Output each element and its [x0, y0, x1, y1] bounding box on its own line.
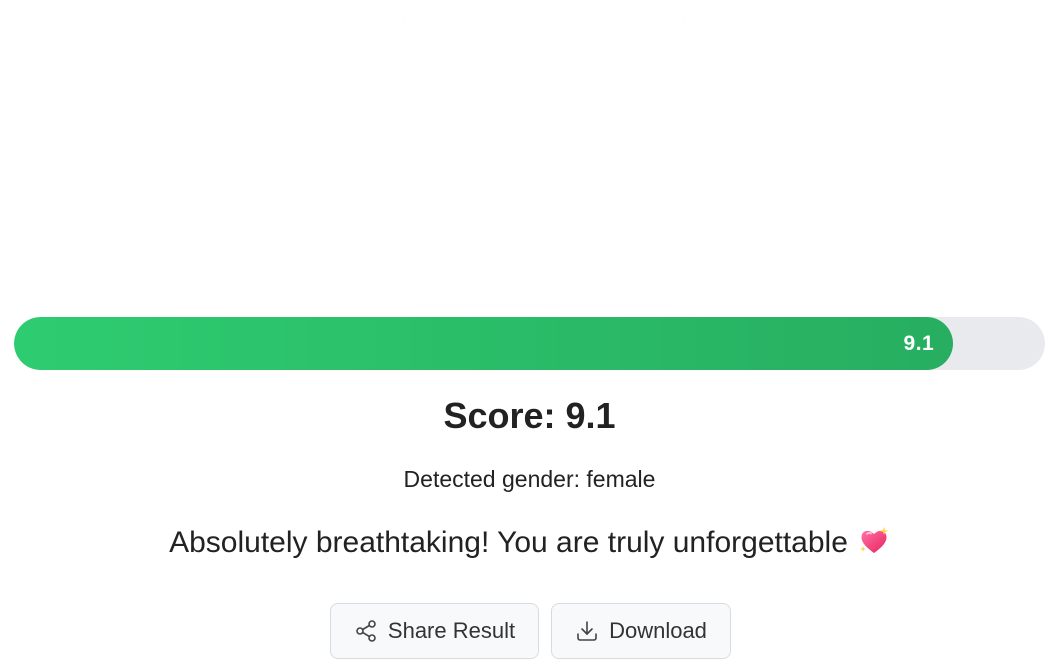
- share-result-label: Share Result: [387, 618, 516, 643]
- download-label: Download: [609, 618, 707, 643]
- score-progress-fill: 9.1: [14, 317, 954, 370]
- share-result-button[interactable]: Share Result: [330, 603, 539, 659]
- share-icon: [354, 619, 378, 643]
- score-progress-bar: 9.1: [14, 317, 1045, 370]
- detected-gender-text: Detected gender: female: [403, 466, 656, 492]
- photo-preview: [404, 12, 684, 304]
- download-button[interactable]: Download: [551, 603, 731, 659]
- result-message: Absolutely breathtaking! You are truly u…: [0, 526, 1059, 564]
- download-icon: [575, 619, 599, 643]
- score-progress-label: 9.1: [903, 332, 935, 355]
- result-message-text: Absolutely breathtaking! You are truly u…: [169, 526, 848, 559]
- sparkling-heart-icon: [858, 526, 890, 564]
- score-heading: Score: 9.1: [443, 395, 616, 436]
